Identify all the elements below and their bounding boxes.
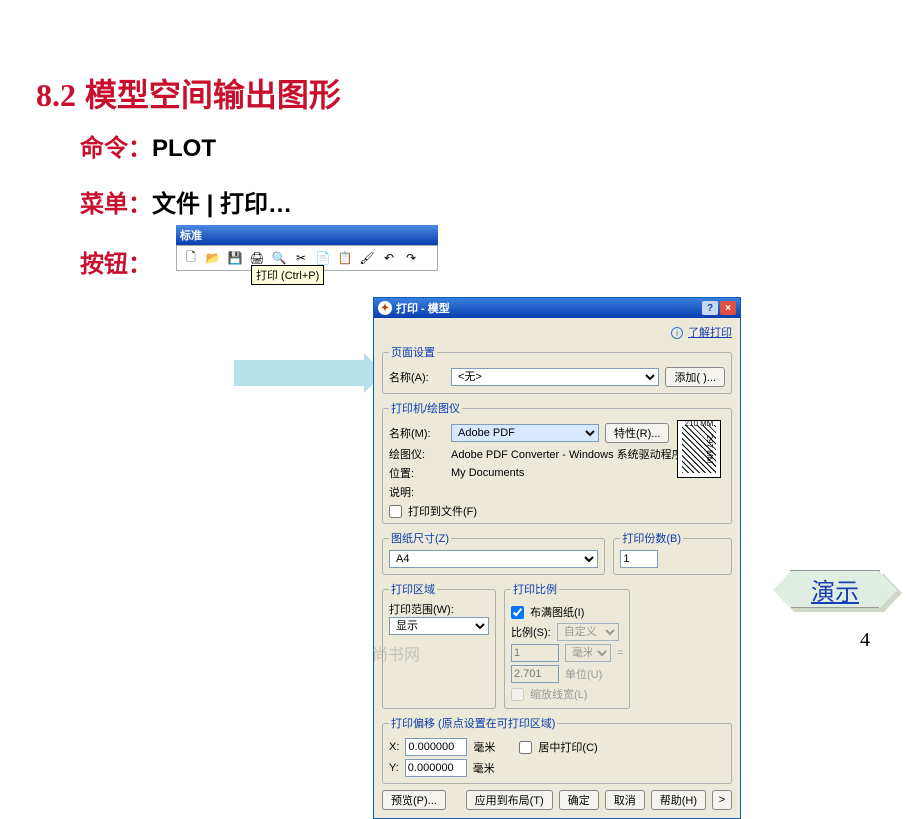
new-icon[interactable]: 🗋 [183, 250, 199, 266]
copy-icon[interactable]: 📄 [315, 250, 331, 266]
offset-x-input[interactable] [405, 738, 467, 756]
scale-unit-label: 单位(U) [565, 666, 602, 682]
toolbar-title: 标准 [176, 225, 438, 245]
plot-what-label: 打印范围(W): [389, 601, 489, 617]
copies-group: 打印份数(B) [613, 530, 732, 575]
apply-layout-button[interactable]: 应用到布局(T) [466, 790, 553, 810]
menu-label: 菜单： [80, 191, 152, 218]
printer-group: 打印机/绘图仪 名称(M): Adobe PDF 特性(R)... 绘图仪: Ad… [382, 400, 732, 524]
offset-x-unit: 毫米 [473, 739, 495, 755]
scale-equals: = [617, 647, 623, 659]
learn-print-link[interactable]: 了解打印 [688, 327, 732, 339]
scale-unit-input [511, 665, 559, 683]
properties-icon[interactable]: 🖌 [359, 250, 375, 266]
add-button[interactable]: 添加( )... [665, 367, 725, 387]
fit-to-paper-checkbox[interactable] [511, 606, 524, 619]
scale-mm-input [511, 644, 559, 662]
learn-row: i 了解打印 [382, 324, 732, 340]
scale-mm-unit: 毫米 [565, 644, 611, 662]
plot-dialog: ✦ 打印 - 模型 ? × i 了解打印 页面设置 名称(A): <无> 添加(… [373, 297, 741, 819]
offset-x-label: X: [389, 741, 399, 753]
printer-name-label: 名称(M): [389, 425, 445, 441]
print-tooltip: 打印 (Ctrl+P) [251, 265, 324, 285]
print-icon[interactable]: 🖨 [249, 250, 265, 266]
dialog-titlebar[interactable]: ✦ 打印 - 模型 ? × [374, 298, 740, 318]
open-icon[interactable]: 📂 [205, 250, 221, 266]
plotter-value: Adobe PDF Converter - Windows 系统驱动程序 ... [451, 446, 695, 462]
help-button[interactable]: 帮助(H) [651, 790, 706, 810]
cancel-button[interactable]: 取消 [605, 790, 645, 810]
help-title-button[interactable]: ? [702, 301, 718, 315]
where-value: My Documents [451, 467, 524, 479]
plot-scale-legend: 打印比例 [511, 581, 559, 597]
close-icon[interactable]: × [720, 301, 736, 315]
page-setup-legend: 页面设置 [389, 344, 437, 360]
expand-button[interactable]: > [712, 790, 732, 810]
offset-y-unit: 毫米 [473, 760, 495, 776]
desc-label: 说明: [389, 484, 445, 500]
copies-legend: 打印份数(B) [620, 530, 683, 546]
cut-icon[interactable]: ✂ [293, 250, 309, 266]
paper-preview: 210 MM 297 MM [677, 420, 721, 478]
dialog-title: 打印 - 模型 [396, 300, 450, 316]
scale-select: 自定义 [557, 623, 619, 641]
preview-button[interactable]: 预览(P)... [382, 790, 446, 810]
plot-offset-group: 打印偏移 (原点设置在可打印区域) X: 毫米 居中打印(C) Y: 毫米 [382, 715, 732, 784]
command-value: PLOT [152, 135, 216, 162]
paste-icon[interactable]: 📋 [337, 250, 353, 266]
command-label: 命令： [80, 135, 152, 162]
paper-size-legend: 图纸尺寸(Z) [389, 530, 451, 546]
copies-input[interactable] [620, 550, 658, 568]
plot-what-select[interactable]: 显示 [389, 617, 489, 635]
slide-heading: 8.2 模型空间输出图形 [36, 70, 341, 116]
scale-label: 比例(S): [511, 624, 551, 640]
menu-line: 菜单：文件 | 打印… [80, 184, 292, 219]
ok-button[interactable]: 确定 [559, 790, 599, 810]
button-label: 按钮： [80, 251, 152, 278]
printer-name-select[interactable]: Adobe PDF [451, 424, 599, 442]
button-line: 按钮： [80, 244, 152, 279]
heading-title: 模型空间输出图形 [85, 77, 341, 113]
app-icon: ✦ [378, 301, 392, 315]
info-icon: i [671, 327, 683, 339]
pagesetup-name-select[interactable]: <无> [451, 368, 659, 386]
paper-size-select[interactable]: A4 [389, 550, 598, 568]
printer-legend: 打印机/绘图仪 [389, 400, 462, 416]
heading-number: 8.2 [36, 77, 76, 113]
pagesetup-name-label: 名称(A): [389, 369, 445, 385]
where-label: 位置: [389, 465, 445, 481]
scale-lineweights-label: 缩放线宽(L) [530, 686, 587, 702]
dialog-button-row: 预览(P)... 应用到布局(T) 确定 取消 帮助(H) > [382, 790, 732, 810]
scale-lineweights-checkbox [511, 688, 524, 701]
plotter-label: 绘图仪: [389, 446, 445, 462]
save-icon[interactable]: 💾 [227, 250, 243, 266]
menu-value: 文件 | 打印… [152, 191, 292, 218]
undo-icon[interactable]: ↶ [381, 250, 397, 266]
page-number: 4 [860, 629, 870, 652]
demo-link[interactable]: 演示 [790, 570, 880, 608]
properties-button[interactable]: 特性(R)... [605, 423, 669, 443]
command-line: 命令：PLOT [80, 128, 216, 163]
offset-y-label: Y: [389, 762, 399, 774]
watermark: 尚书网 [372, 641, 420, 665]
offset-y-input[interactable] [405, 759, 467, 777]
center-plot-label: 居中打印(C) [538, 739, 597, 755]
page-setup-group: 页面设置 名称(A): <无> 添加( )... [382, 344, 732, 394]
paper-height-label: 297 MM [705, 435, 714, 464]
print-to-file-checkbox[interactable] [389, 505, 402, 518]
plot-offset-legend: 打印偏移 (原点设置在可打印区域) [389, 715, 557, 731]
center-plot-checkbox[interactable] [519, 741, 532, 754]
arrow-icon [234, 360, 364, 386]
fit-to-paper-label: 布满图纸(I) [530, 604, 584, 620]
redo-icon[interactable]: ↷ [403, 250, 419, 266]
plot-area-legend: 打印区域 [389, 581, 437, 597]
print-to-file-label: 打印到文件(F) [408, 503, 477, 519]
preview-icon[interactable]: 🔍 [271, 250, 287, 266]
paper-size-group: 图纸尺寸(Z) A4 [382, 530, 605, 575]
toolbar: 标准 🗋 📂 💾 🖨 🔍 ✂ 📄 📋 🖌 ↶ ↷ 打印 (Ctrl+P) [176, 225, 438, 271]
